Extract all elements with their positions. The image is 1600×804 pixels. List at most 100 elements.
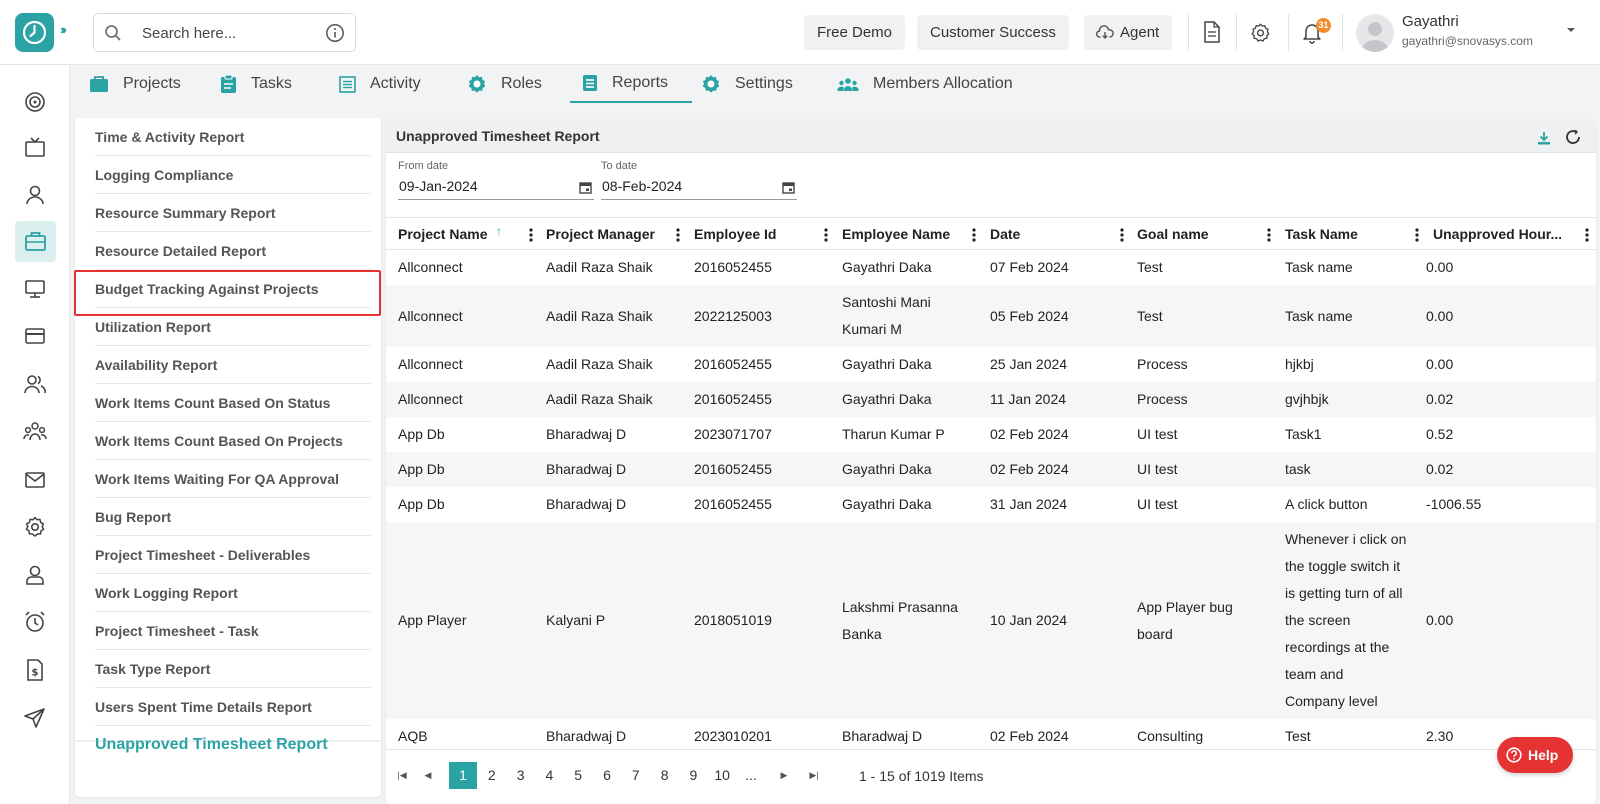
prev-page-button[interactable]: ◀ (418, 762, 438, 789)
team-icon[interactable] (22, 419, 48, 445)
tab-members-allocation[interactable]: Members Allocation (837, 65, 1013, 103)
tab-activity[interactable]: Activity (339, 65, 421, 103)
report-item-users-spent-time[interactable]: Users Spent Time Details Report (95, 688, 371, 726)
report-item-resource-summary[interactable]: Resource Summary Report (95, 194, 371, 232)
info-icon[interactable] (325, 23, 345, 43)
tab-settings[interactable]: Settings (701, 65, 793, 103)
report-item-work-logging[interactable]: Work Logging Report (95, 574, 371, 612)
table-row[interactable]: Allconnect Aadil Raza Shaik 2016052455 Gaya… (386, 250, 1596, 285)
table-row[interactable]: Allconnect Aadil Raza Shaik 2016052455 Gaya… (386, 382, 1596, 417)
tab-roles[interactable]: Roles (467, 65, 542, 103)
calendar-icon[interactable] (579, 181, 592, 194)
expand-sidebar-icon[interactable]: ››› (60, 22, 67, 37)
settings-gear-icon[interactable] (22, 514, 48, 540)
to-date-field[interactable]: 08-Feb-2024 (601, 174, 797, 200)
table-row[interactable]: App Player Kalyani P 2018051019 Lakshmi Pra… (386, 522, 1596, 719)
page-button[interactable]: 3 (507, 762, 535, 789)
help-button[interactable]: Help (1497, 737, 1573, 773)
report-item-bug-report[interactable]: Bug Report (95, 498, 371, 536)
invoice-icon[interactable]: $ (22, 657, 48, 683)
report-item-resource-detailed[interactable]: Resource Detailed Report (95, 232, 371, 270)
from-date-field[interactable]: 09-Jan-2024 (398, 174, 594, 200)
report-item-logging-compliance[interactable]: Logging Compliance (95, 156, 371, 194)
download-icon[interactable] (1536, 130, 1552, 146)
gear-icon[interactable] (1250, 22, 1271, 43)
cell-project-manager: Bharadwaj D (546, 496, 627, 512)
tab-projects[interactable]: Projects (89, 65, 181, 103)
tab-tasks[interactable]: Tasks (220, 65, 292, 103)
document-icon[interactable] (1202, 20, 1222, 44)
page-button[interactable]: 1 (449, 762, 477, 789)
calendar-icon[interactable] (782, 181, 795, 194)
clock-logo-icon (22, 20, 47, 45)
tab-reports[interactable]: Reports (570, 65, 693, 103)
avatar[interactable] (1356, 14, 1394, 52)
table-row[interactable]: Allconnect Aadil Raza Shaik 2016052455 Gaya… (386, 347, 1596, 382)
page-button[interactable]: 7 (622, 762, 650, 789)
users-icon[interactable] (22, 371, 48, 397)
next-page-button[interactable]: ▶ (774, 762, 794, 789)
alarm-clock-icon[interactable] (22, 609, 48, 635)
column-header-task-name[interactable]: Task Name (1285, 218, 1358, 251)
search-input[interactable] (142, 22, 312, 44)
column-menu-icon[interactable] (1415, 227, 1419, 243)
cell-employee-name: Santoshi Mani Kumari M (842, 294, 931, 337)
header-divider (1288, 14, 1289, 51)
profile-badge-icon[interactable] (22, 562, 48, 588)
page-button[interactable]: 6 (593, 762, 621, 789)
last-page-button[interactable]: ▶| (804, 762, 824, 789)
column-header-date[interactable]: Date (990, 218, 1020, 251)
page-button[interactable]: 4 (535, 762, 563, 789)
page-button[interactable]: 10 (708, 762, 736, 789)
column-menu-icon[interactable] (1267, 227, 1271, 243)
chevron-down-icon[interactable] (1566, 27, 1576, 34)
column-header-unapproved-hours[interactable]: Unapproved Hour... (1433, 218, 1561, 251)
column-header-project-name[interactable]: Project Name (398, 218, 487, 251)
report-item-unapproved-timesheet[interactable]: Unapproved Timesheet Report (95, 726, 371, 764)
table-row[interactable]: Allconnect Aadil Raza Shaik 2022125003 Sant… (386, 285, 1596, 347)
page-button[interactable]: 2 (478, 762, 506, 789)
mail-icon[interactable] (22, 467, 48, 493)
page-button[interactable]: 8 (651, 762, 679, 789)
free-demo-button[interactable]: Free Demo (804, 15, 906, 50)
report-item-timesheet-deliverables[interactable]: Project Timesheet - Deliverables (95, 536, 371, 574)
report-item-time-activity[interactable]: Time & Activity Report (95, 118, 371, 156)
sort-ascending-icon[interactable]: ↑ (496, 224, 502, 238)
page-button[interactable]: 9 (679, 762, 707, 789)
table-row[interactable]: App Db Bharadwaj D 2016052455 Gayathri Daka… (386, 487, 1596, 522)
send-icon[interactable] (22, 705, 48, 731)
column-menu-icon[interactable] (824, 227, 828, 243)
column-header-project-manager[interactable]: Project Manager (546, 218, 655, 251)
refresh-icon[interactable] (1564, 128, 1582, 146)
customer-success-button[interactable]: Customer Success (917, 15, 1069, 50)
cell-date: 11 Jan 2024 (990, 391, 1067, 407)
app-logo[interactable] (15, 13, 54, 52)
report-item-availability[interactable]: Availability Report (95, 346, 371, 384)
cell-unapproved-hours: 0.00 (1426, 612, 1454, 628)
page-ellipsis[interactable]: ... (737, 762, 765, 789)
report-item-task-type[interactable]: Task Type Report (95, 650, 371, 688)
column-menu-icon[interactable] (676, 227, 680, 243)
report-item-work-items-status[interactable]: Work Items Count Based On Status (95, 384, 371, 422)
column-header-employee-name[interactable]: Employee Name (842, 218, 950, 251)
report-item-work-items-projects[interactable]: Work Items Count Based On Projects (95, 422, 371, 460)
page-button[interactable]: 5 (564, 762, 592, 789)
projects-briefcase-nav[interactable] (15, 221, 56, 262)
monitor-icon[interactable] (22, 276, 48, 302)
column-menu-icon[interactable] (529, 227, 533, 243)
agent-button[interactable]: Agent (1084, 15, 1173, 50)
column-menu-icon[interactable] (1585, 227, 1589, 243)
table-row[interactable]: App Db Bharadwaj D 2023071707 Tharun Kumar … (386, 417, 1596, 452)
report-item-work-items-qa[interactable]: Work Items Waiting For QA Approval (95, 460, 371, 498)
dashboard-target-icon[interactable] (22, 89, 48, 115)
table-row[interactable]: App Db Bharadwaj D 2016052455 Gayathri Daka… (386, 452, 1596, 487)
report-item-timesheet-task[interactable]: Project Timesheet - Task (95, 612, 371, 650)
tv-icon[interactable] (22, 135, 48, 161)
column-menu-icon[interactable] (972, 227, 976, 243)
user-icon[interactable] (22, 182, 48, 208)
first-page-button[interactable]: |◀ (392, 762, 412, 789)
column-header-employee-id[interactable]: Employee Id (694, 218, 776, 251)
column-header-goal-name[interactable]: Goal name (1137, 218, 1209, 251)
column-menu-icon[interactable] (1120, 227, 1124, 243)
card-icon[interactable] (22, 323, 48, 349)
